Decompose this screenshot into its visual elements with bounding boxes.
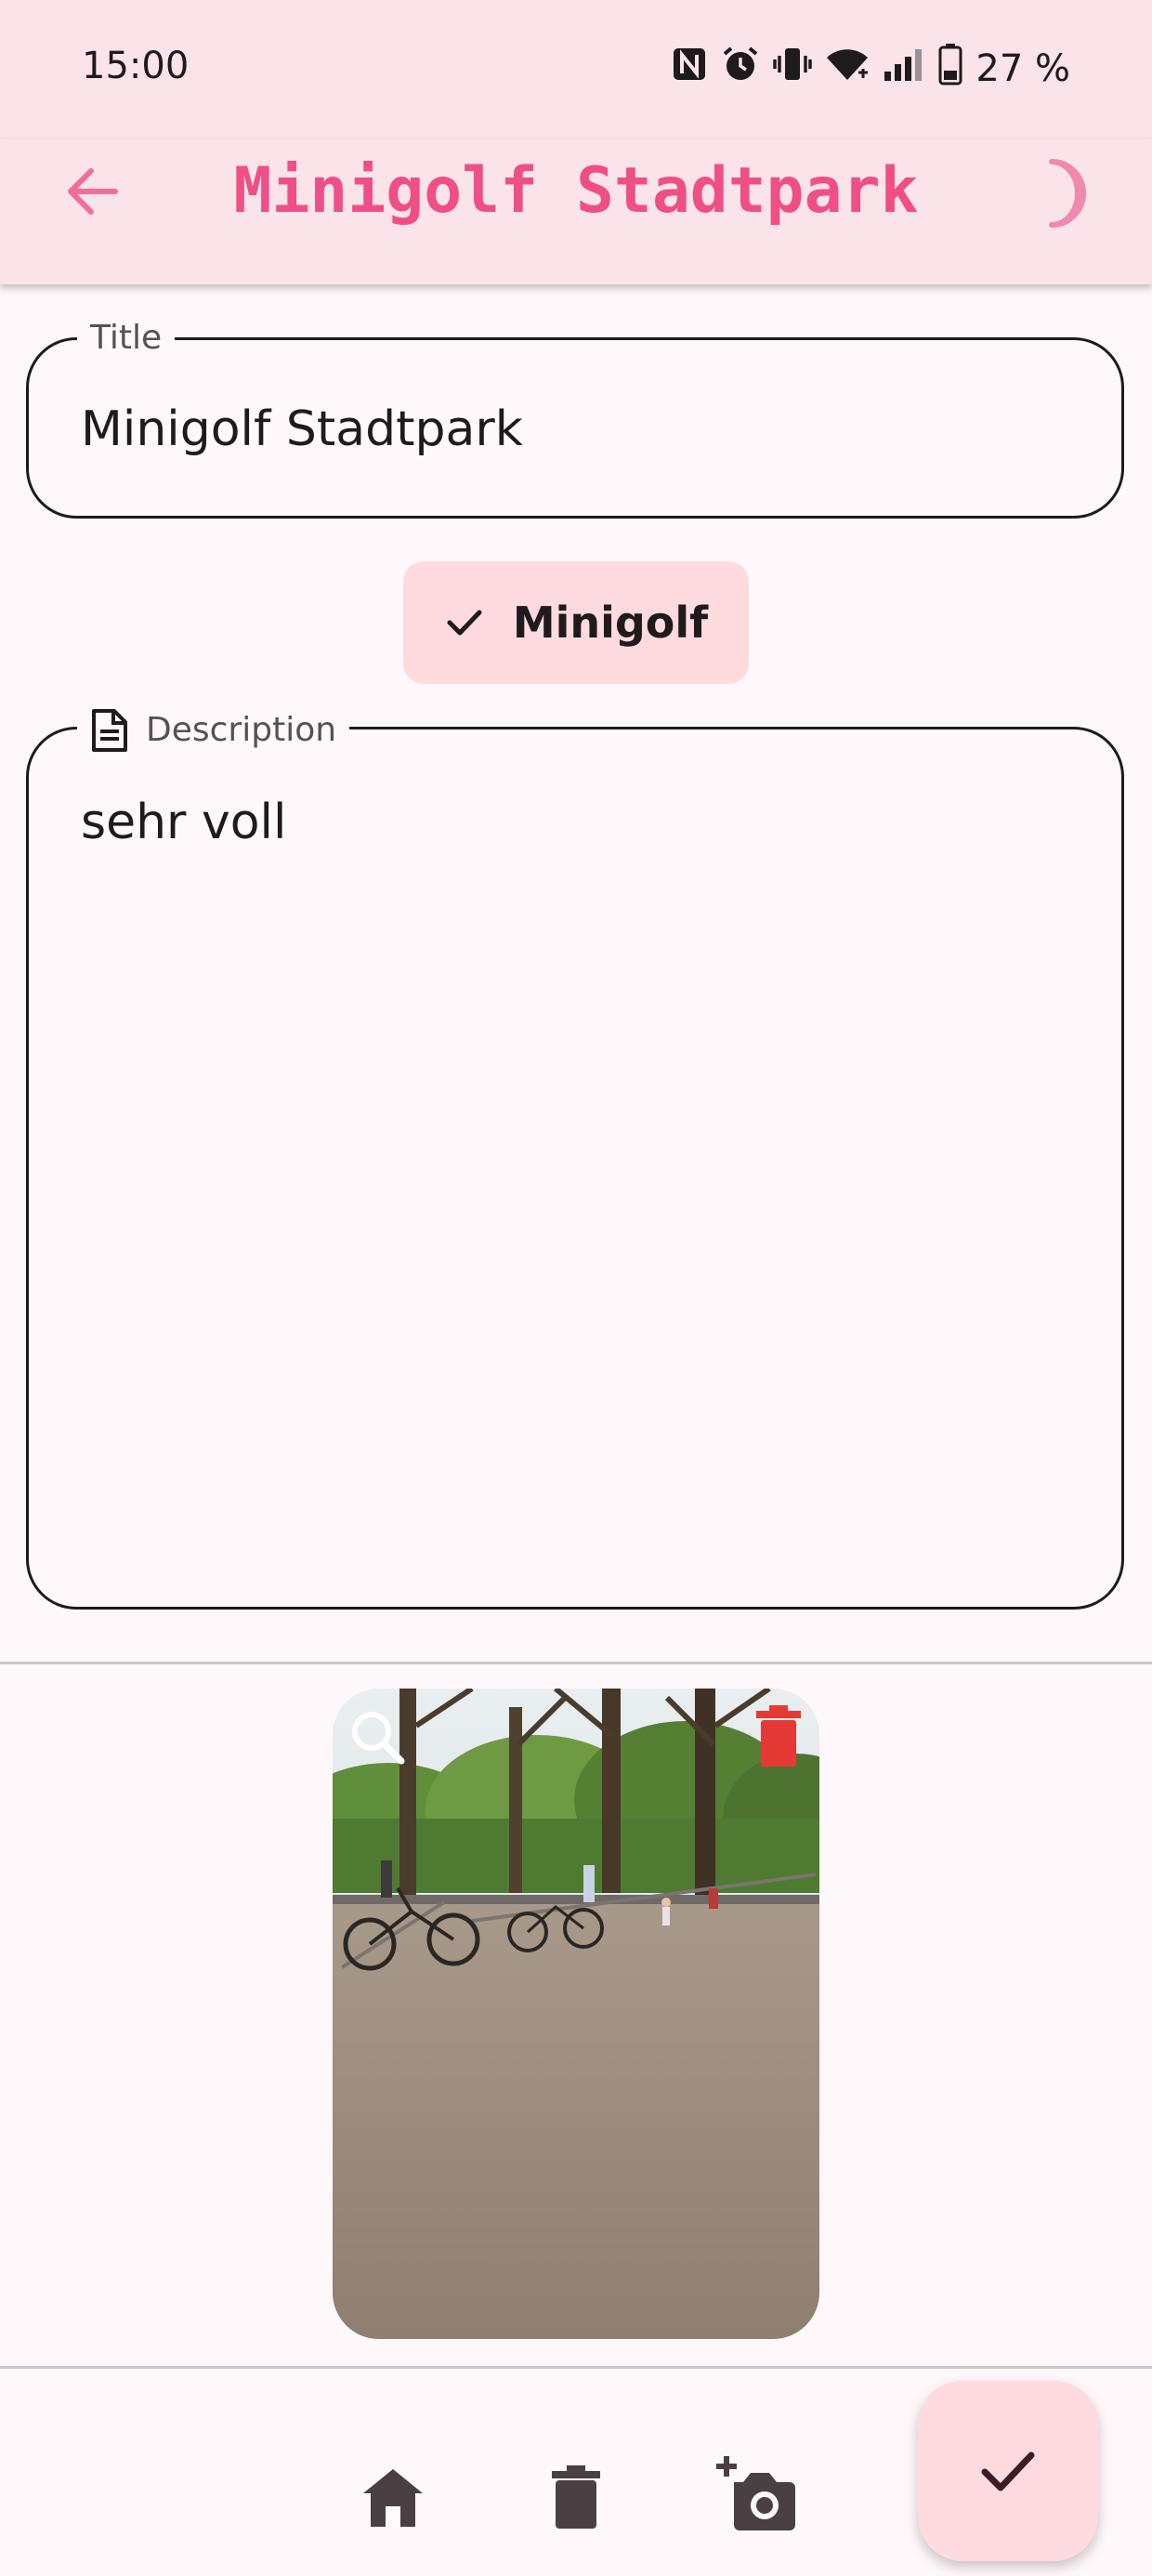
add-photo-button[interactable] bbox=[715, 2454, 799, 2532]
home-button[interactable] bbox=[358, 2462, 428, 2532]
delete-icon bbox=[756, 1705, 801, 1767]
delete-button[interactable] bbox=[541, 2462, 611, 2532]
battery-icon bbox=[938, 43, 962, 94]
nfc-icon bbox=[671, 46, 708, 91]
park-photo bbox=[333, 1689, 819, 2339]
document-icon bbox=[92, 709, 127, 752]
title-input-value[interactable]: Minigolf Stadtpark bbox=[81, 401, 523, 457]
zoom-icon bbox=[352, 1712, 405, 1765]
check-icon bbox=[981, 2451, 1035, 2491]
theme-toggle-button[interactable] bbox=[1031, 156, 1098, 230]
moon-icon bbox=[1049, 159, 1086, 228]
status-time: 15:00 bbox=[82, 45, 190, 87]
wifi-icon bbox=[825, 45, 870, 92]
cell-signal-icon bbox=[883, 46, 925, 91]
title-field-label: Title bbox=[77, 318, 176, 359]
title-label-text: Title bbox=[90, 319, 163, 357]
vibrate-icon bbox=[773, 45, 813, 92]
app-bar: Minigolf Stadtpark bbox=[0, 139, 1152, 284]
description-input-value[interactable]: sehr voll bbox=[81, 795, 286, 850]
photo-thumbnail[interactable] bbox=[333, 1689, 819, 2339]
add-photo-icon bbox=[716, 2456, 795, 2530]
save-fab-button[interactable] bbox=[918, 2381, 1098, 2561]
zoom-button[interactable] bbox=[344, 1703, 411, 1770]
description-field-label: Description bbox=[77, 707, 350, 754]
divider bbox=[0, 1662, 1152, 1664]
alarm-icon bbox=[721, 45, 760, 92]
home-icon bbox=[363, 2469, 423, 2527]
chip-label: Minigolf bbox=[512, 598, 709, 648]
description-label-text: Description bbox=[146, 711, 337, 749]
trash-icon bbox=[552, 2465, 600, 2529]
photo-delete-button[interactable] bbox=[753, 1703, 805, 1768]
page-title: Minigolf Stadtpark bbox=[233, 154, 919, 228]
description-field[interactable]: Description sehr voll bbox=[26, 707, 1124, 1610]
battery-percent: 27 % bbox=[975, 46, 1070, 90]
status-icons: 27 % bbox=[671, 43, 1070, 94]
title-field[interactable]: Title Minigolf Stadtpark bbox=[26, 318, 1124, 519]
check-icon bbox=[447, 610, 482, 636]
category-chip-minigolf[interactable]: Minigolf bbox=[403, 561, 749, 684]
status-bar: 15:00 27 % bbox=[0, 0, 1152, 139]
